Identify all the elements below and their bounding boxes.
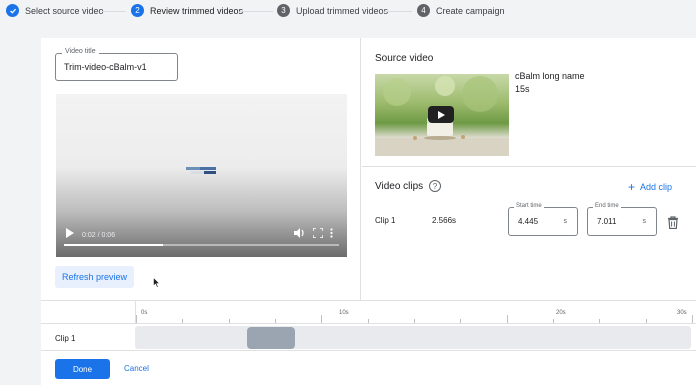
play-icon[interactable] [65, 228, 74, 241]
tick-label: 0s [141, 310, 148, 316]
plus-icon: + [628, 180, 636, 194]
step-number: 4 [417, 4, 430, 17]
check-icon [6, 4, 19, 17]
video-clips-heading: Video clips [375, 181, 424, 192]
tick-label: 20s [556, 310, 566, 316]
step-label: Upload trimmed videos [296, 5, 389, 16]
end-time-value[interactable]: 7.011 [597, 217, 616, 226]
volume-icon[interactable] [294, 228, 305, 241]
timeline-track[interactable] [135, 326, 691, 349]
step-select-source[interactable]: Select source video [6, 4, 104, 17]
progress-bar[interactable] [64, 244, 339, 246]
start-time-field[interactable]: Start time 4.445 s [508, 203, 578, 236]
clip-row-length: 2.566s [432, 216, 457, 225]
source-video-name: cBalm long name [515, 71, 585, 81]
tick-label: 30s [677, 310, 687, 316]
video-title-value[interactable]: Trim-video-cBalm-v1 [64, 62, 147, 72]
delete-clip-icon[interactable] [667, 216, 679, 229]
start-time-value[interactable]: 4.445 [518, 217, 538, 226]
start-time-label: Start time [514, 203, 544, 209]
end-time-label: End time [593, 203, 621, 209]
source-video-duration: 15s [515, 84, 530, 94]
add-clip-button[interactable]: + Add clip [628, 180, 672, 194]
clip-row-label: Clip 1 [375, 216, 396, 225]
timeline-tick [692, 315, 693, 323]
end-time-field[interactable]: End time 7.011 s [587, 203, 657, 236]
stepper: Select source video 2 Review trimmed vid… [0, 0, 696, 24]
timeline-tick [321, 315, 323, 323]
timeline: 0s 10s 20s 30s Clip 1 [41, 300, 696, 350]
play-badge-icon[interactable] [428, 106, 454, 123]
done-button[interactable]: Done [55, 359, 110, 379]
start-time-unit: s [563, 218, 568, 225]
step-upload-trimmed[interactable]: 3 Upload trimmed videos [277, 4, 388, 17]
mouse-cursor-icon [153, 277, 160, 288]
step-connector [240, 11, 273, 12]
timeline-track-row: Clip 1 [41, 323, 696, 351]
timeline-ruler[interactable]: 0s 10s 20s 30s [135, 301, 696, 323]
help-icon[interactable]: ? [429, 180, 441, 192]
timeline-tick [136, 315, 137, 323]
footer: Done Cancel [41, 350, 696, 385]
section-divider [362, 166, 696, 167]
timeline-tick [506, 315, 508, 323]
step-number: 3 [277, 4, 290, 17]
step-label: Select source video [25, 5, 104, 16]
source-video-thumbnail[interactable] [375, 74, 509, 156]
video-title-label: Video title [62, 48, 99, 55]
trim-editor-card: Video title Trim-video-cBalm-v1 0:02 / 0… [41, 38, 696, 385]
cancel-button[interactable]: Cancel [124, 364, 149, 373]
timeline-clip-block[interactable] [247, 327, 295, 349]
video-player[interactable]: 0:02 / 0:06 [56, 94, 347, 257]
refresh-preview-button[interactable]: Refresh preview [55, 266, 134, 288]
step-number: 2 [131, 4, 144, 17]
player-timecode: 0:02 / 0:06 [82, 232, 116, 239]
step-connector [385, 11, 412, 12]
video-frame-thumbnail [186, 167, 216, 174]
add-clip-label: Add clip [640, 182, 673, 192]
video-title-field[interactable]: Video title Trim-video-cBalm-v1 [55, 48, 178, 81]
tick-label: 10s [339, 310, 349, 316]
player-controls: 0:02 / 0:06 [56, 223, 347, 257]
source-and-clips-pane: Source video cBalm long name 15s Video c… [362, 38, 696, 300]
step-connector [102, 11, 126, 12]
end-time-unit: s [642, 218, 647, 225]
fullscreen-icon[interactable] [312, 227, 324, 241]
step-label: Review trimmed videos [150, 5, 244, 16]
more-options-icon[interactable] [330, 228, 333, 241]
progress-bar-fill [64, 244, 163, 246]
step-create-campaign[interactable]: 4 Create campaign [417, 4, 505, 17]
source-video-heading: Source video [375, 53, 434, 64]
timeline-track-label: Clip 1 [55, 334, 76, 343]
step-review-trimmed[interactable]: 2 Review trimmed videos [131, 4, 243, 17]
preview-pane: Video title Trim-video-cBalm-v1 0:02 / 0… [41, 38, 361, 300]
step-label: Create campaign [436, 5, 505, 16]
